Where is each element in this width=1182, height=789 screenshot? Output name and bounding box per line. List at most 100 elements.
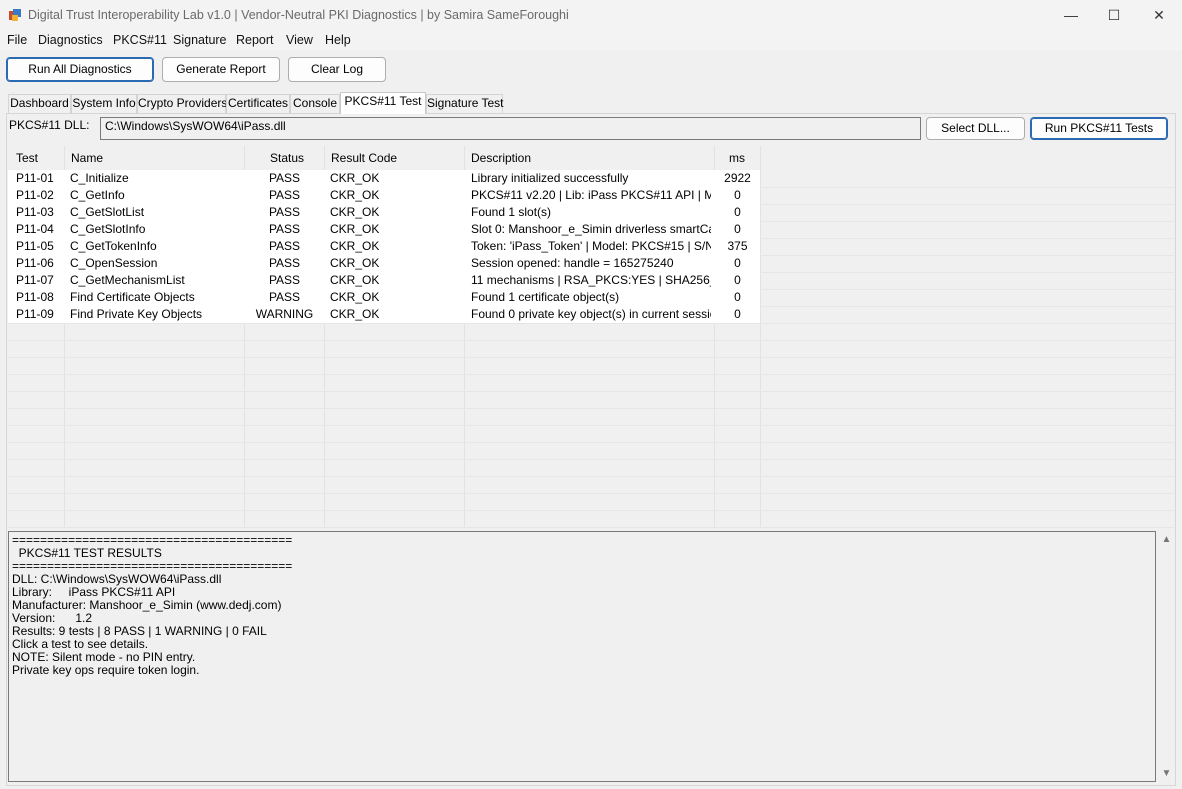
- table-row[interactable]: P11-04 C_GetSlotInfo PASS CKR_OK Slot 0:…: [8, 221, 760, 238]
- log-line: ========================================: [12, 533, 293, 547]
- cell-name: C_GetMechanismList: [70, 273, 185, 287]
- cell-test-id: P11-02: [16, 188, 54, 202]
- column-header-ms[interactable]: ms: [723, 146, 745, 170]
- dll-path-field[interactable]: C:\Windows\SysWOW64\iPass.dll: [100, 117, 921, 140]
- table-row[interactable]: P11-01 C_Initialize PASS CKR_OK Library …: [8, 170, 760, 187]
- cell-test-id: P11-08: [16, 290, 54, 304]
- tab-pkcs11-test[interactable]: PKCS#11 Test: [340, 92, 426, 114]
- run-pkcs11-tests-button[interactable]: Run PKCS#11 Tests: [1030, 117, 1168, 140]
- grid-line: [8, 340, 1174, 341]
- cell-test-id: P11-07: [16, 273, 54, 287]
- cell-description: PKCS#11 v2.20 | Lib: iPass PKCS#11 API |…: [471, 188, 711, 202]
- select-dll-button[interactable]: Select DLL...: [926, 117, 1025, 140]
- cell-test-id: P11-05: [16, 239, 54, 253]
- grid-line: [8, 459, 1174, 460]
- grid-line: [8, 391, 1174, 392]
- menu-view[interactable]: View: [286, 33, 313, 47]
- cell-test-id: P11-09: [16, 307, 54, 321]
- grid-line: [8, 374, 1174, 375]
- results-log[interactable]: ========================================…: [8, 531, 1156, 782]
- cell-ms: 2922: [724, 171, 751, 185]
- menu-help[interactable]: Help: [325, 33, 351, 47]
- generate-report-button[interactable]: Generate Report: [162, 57, 280, 82]
- close-button[interactable]: ✕: [1136, 0, 1182, 31]
- cell-description: Session opened: handle = 165275240: [471, 256, 674, 270]
- tab-system-info[interactable]: System Info: [71, 94, 137, 113]
- cell-test-id: P11-06: [16, 256, 54, 270]
- log-line: Manufacturer: Manshoor_e_Simin (www.dedj…: [12, 598, 282, 612]
- cell-status: PASS: [268, 273, 301, 287]
- cell-name: C_GetSlotInfo: [70, 222, 146, 236]
- minimize-button[interactable]: —: [1048, 0, 1094, 31]
- cell-test-id: P11-01: [16, 171, 54, 185]
- grid-line: [8, 357, 1174, 358]
- column-header-test[interactable]: Test: [10, 146, 38, 170]
- scroll-up-arrow-icon[interactable]: ▲: [1158, 531, 1175, 548]
- table-row[interactable]: P11-03 C_GetSlotList PASS CKR_OK Found 1…: [8, 204, 760, 221]
- cell-result-code: CKR_OK: [330, 256, 380, 270]
- run-all-diagnostics-button[interactable]: Run All Diagnostics: [6, 57, 154, 82]
- title-bar: Digital Trust Interoperability Lab v1.0 …: [0, 0, 1182, 31]
- cell-name: C_GetSlotList: [70, 205, 145, 219]
- grid-line: [8, 425, 1174, 426]
- grid-line: [8, 527, 1174, 528]
- cell-description: Found 1 slot(s): [471, 205, 552, 219]
- tab-strip: Dashboard System Info Crypto Providers C…: [6, 92, 1176, 114]
- cell-result-code: CKR_OK: [330, 171, 380, 185]
- column-header-name[interactable]: Name: [65, 146, 103, 170]
- cell-description: Library initialized successfully: [471, 171, 629, 185]
- tab-dashboard[interactable]: Dashboard: [8, 94, 71, 113]
- menu-bar: File Diagnostics PKCS#11 Signature Repor…: [0, 31, 1182, 51]
- table-row[interactable]: P11-08 Find Certificate Objects PASS CKR…: [8, 289, 760, 306]
- grid-line: [8, 408, 1174, 409]
- tab-crypto-providers[interactable]: Crypto Providers: [137, 94, 227, 113]
- cell-ms: 0: [734, 205, 741, 219]
- tab-signature-test[interactable]: Signature Test: [426, 94, 504, 113]
- grid-line: [8, 476, 1174, 477]
- cell-name: C_Initialize: [70, 171, 129, 185]
- menu-pkcs11[interactable]: PKCS#11: [113, 33, 167, 47]
- cell-result-code: CKR_OK: [330, 290, 380, 304]
- cell-status: PASS: [268, 290, 301, 304]
- table-row[interactable]: P11-06 C_OpenSession PASS CKR_OK Session…: [8, 255, 760, 272]
- tab-certificates[interactable]: Certificates: [226, 94, 290, 113]
- cell-status: PASS: [268, 188, 301, 202]
- grid-line: [8, 442, 1174, 443]
- cell-result-code: CKR_OK: [330, 188, 380, 202]
- table-row[interactable]: P11-05 C_GetTokenInfo PASS CKR_OK Token:…: [8, 238, 760, 255]
- scroll-down-arrow-icon[interactable]: ▼: [1158, 765, 1175, 782]
- log-line: Private key ops require token login.: [12, 663, 200, 677]
- menu-file[interactable]: File: [7, 33, 27, 47]
- table-row[interactable]: P11-07 C_GetMechanismList PASS CKR_OK 11…: [8, 272, 760, 289]
- dll-label: PKCS#11 DLL:: [9, 118, 90, 132]
- cell-result-code: CKR_OK: [330, 307, 380, 321]
- grid-line: [8, 493, 1174, 494]
- cell-description: Found 0 private key object(s) in current…: [471, 307, 711, 321]
- menu-diagnostics[interactable]: Diagnostics: [38, 33, 103, 47]
- cell-status: WARNING: [255, 307, 314, 321]
- cell-description: 11 mechanisms | RSA_PKCS:YES | SHA256_R.…: [471, 273, 711, 287]
- tab-console[interactable]: Console: [290, 94, 340, 113]
- table-row[interactable]: P11-09 Find Private Key Objects WARNING …: [8, 306, 760, 323]
- menu-report[interactable]: Report: [236, 33, 274, 47]
- log-line: DLL: C:\Windows\SysWOW64\iPass.dll: [12, 572, 222, 586]
- cell-status: PASS: [268, 239, 301, 253]
- cell-status: PASS: [268, 205, 301, 219]
- cell-status: PASS: [268, 256, 301, 270]
- menu-signature[interactable]: Signature: [173, 33, 227, 47]
- cell-test-id: P11-03: [16, 205, 54, 219]
- log-scrollbar[interactable]: ▲ ▼: [1158, 531, 1175, 782]
- column-header-status[interactable]: Status: [264, 146, 304, 170]
- log-line: Results: 9 tests | 8 PASS | 1 WARNING | …: [12, 624, 267, 638]
- results-table[interactable]: Test Name Status Result Code Description…: [8, 146, 1174, 528]
- maximize-button[interactable]: ☐: [1091, 0, 1137, 31]
- column-header-result-code[interactable]: Result Code: [325, 146, 397, 170]
- column-header-description[interactable]: Description: [465, 146, 531, 170]
- cell-description: Slot 0: Manshoor_e_Simin driverless smar…: [471, 222, 711, 236]
- cell-ms: 0: [734, 188, 741, 202]
- clear-log-button[interactable]: Clear Log: [288, 57, 386, 82]
- cell-status: PASS: [268, 171, 301, 185]
- grid-line: [8, 510, 1174, 511]
- cell-description: Token: 'iPass_Token' | Model: PKCS#15 | …: [471, 239, 711, 253]
- table-row[interactable]: P11-02 C_GetInfo PASS CKR_OK PKCS#11 v2.…: [8, 187, 760, 204]
